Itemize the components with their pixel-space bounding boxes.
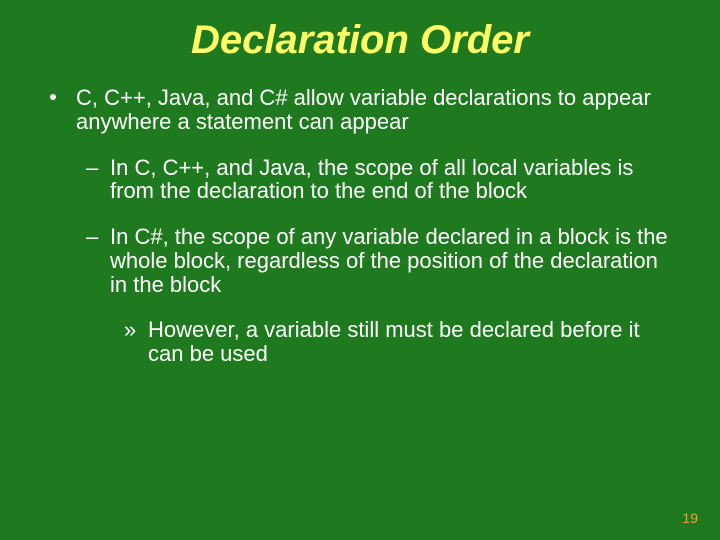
- dash-icon: –: [86, 156, 98, 180]
- page-number: 19: [682, 510, 698, 526]
- bullet-level-1: C, C++, Java, and C# allow variable decl…: [40, 86, 680, 134]
- bullet-level-3: » However, a variable still must be decl…: [40, 318, 680, 366]
- bullet-text: C, C++, Java, and C# allow variable decl…: [76, 85, 651, 134]
- bullet-level-2: – In C#, the scope of any variable decla…: [40, 225, 680, 296]
- raquo-icon: »: [124, 318, 136, 342]
- bullet-text: In C#, the scope of any variable declare…: [110, 224, 668, 297]
- dash-icon: –: [86, 225, 98, 249]
- dot-icon: [50, 94, 56, 100]
- bullet-level-2: – In C, C++, and Java, the scope of all …: [40, 156, 680, 204]
- slide-title: Declaration Order: [40, 18, 680, 62]
- bullet-text: In C, C++, and Java, the scope of all lo…: [110, 155, 633, 204]
- slide: Declaration Order C, C++, Java, and C# a…: [0, 0, 720, 540]
- bullet-text: However, a variable still must be declar…: [148, 317, 640, 366]
